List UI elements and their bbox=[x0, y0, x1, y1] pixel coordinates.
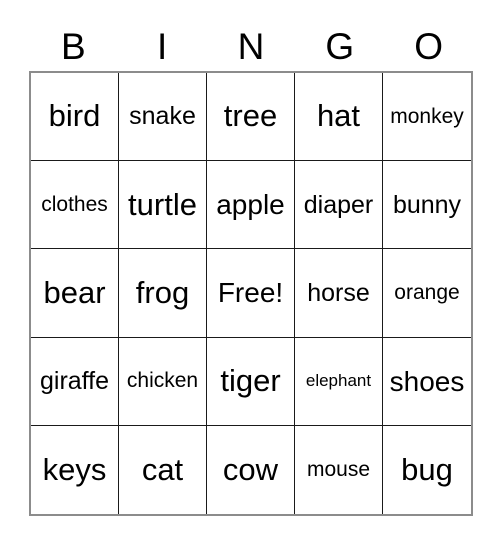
bingo-cell[interactable]: bunny bbox=[383, 161, 471, 250]
bingo-cell[interactable]: cow bbox=[207, 425, 295, 514]
bingo-cell-label: giraffe bbox=[39, 367, 110, 396]
bingo-cell-label: bear bbox=[43, 274, 106, 310]
bingo-cell[interactable]: hat bbox=[295, 73, 383, 162]
bingo-cell-label: diaper bbox=[303, 190, 374, 219]
bingo-cell[interactable]: keys bbox=[31, 425, 119, 514]
bingo-cell[interactable]: mouse bbox=[295, 425, 383, 514]
bingo-card: B I N G O bird snake tree hat monkey clo… bbox=[0, 0, 500, 544]
bingo-cell[interactable]: cat bbox=[119, 425, 207, 514]
bingo-cell[interactable]: turtle bbox=[119, 161, 207, 250]
header-letter-g: G bbox=[325, 25, 355, 67]
bingo-cell-label: cow bbox=[222, 451, 279, 487]
bingo-cell-label: mouse bbox=[306, 457, 371, 481]
bingo-cell[interactable]: apple bbox=[207, 161, 295, 250]
bingo-cell-label: hat bbox=[316, 98, 361, 134]
bingo-cell-label: chicken bbox=[126, 369, 199, 393]
bingo-cell-free[interactable]: Free! bbox=[207, 249, 295, 338]
bingo-cell-label: snake bbox=[129, 102, 196, 131]
header-letter-o: O bbox=[414, 25, 443, 67]
bingo-cell-label: horse bbox=[307, 278, 370, 307]
bingo-cell[interactable]: horse bbox=[295, 249, 383, 338]
bingo-cell-label: apple bbox=[216, 189, 285, 221]
header-letter-b: B bbox=[61, 25, 86, 67]
bingo-cell-label: orange bbox=[394, 280, 460, 304]
bingo-cell-label: keys bbox=[42, 451, 107, 487]
bingo-cell-label: elephant bbox=[305, 371, 372, 391]
bingo-cell-label: cat bbox=[141, 451, 184, 487]
bingo-cell[interactable]: diaper bbox=[295, 161, 383, 250]
bingo-cell-label: bunny bbox=[392, 190, 462, 219]
header-letter-i: I bbox=[157, 25, 168, 67]
bingo-cell[interactable]: shoes bbox=[383, 337, 471, 426]
bingo-cell-label: tiger bbox=[220, 362, 281, 398]
bingo-cell[interactable]: bug bbox=[383, 425, 471, 514]
bingo-cell[interactable]: orange bbox=[383, 249, 471, 338]
bingo-cell-label: clothes bbox=[41, 192, 108, 216]
bingo-cell-label: bird bbox=[48, 98, 101, 134]
bingo-cell[interactable]: bear bbox=[31, 249, 119, 338]
bingo-cell-label: tree bbox=[223, 98, 278, 134]
bingo-cell-label: frog bbox=[135, 274, 190, 310]
bingo-header: B I N G O bbox=[29, 22, 473, 70]
bingo-cell[interactable]: frog bbox=[119, 249, 207, 338]
bingo-grid: bird snake tree hat monkey clothes turtl… bbox=[29, 71, 473, 516]
bingo-cell-label: shoes bbox=[389, 365, 465, 397]
bingo-cell[interactable]: bird bbox=[31, 73, 119, 162]
bingo-cell-label: turtle bbox=[128, 186, 197, 222]
bingo-cell[interactable]: tree bbox=[207, 73, 295, 162]
bingo-cell[interactable]: elephant bbox=[295, 337, 383, 426]
bingo-cell-label: bug bbox=[401, 451, 453, 487]
bingo-cell[interactable]: monkey bbox=[383, 73, 471, 162]
bingo-cell[interactable]: giraffe bbox=[31, 337, 119, 426]
bingo-cell[interactable]: chicken bbox=[119, 337, 207, 426]
bingo-cell[interactable]: snake bbox=[119, 73, 207, 162]
bingo-cell-label: monkey bbox=[390, 104, 464, 128]
bingo-cell[interactable]: clothes bbox=[31, 161, 119, 250]
bingo-cell[interactable]: tiger bbox=[207, 337, 295, 426]
bingo-cell-label: Free! bbox=[217, 277, 284, 309]
header-letter-n: N bbox=[237, 25, 265, 67]
